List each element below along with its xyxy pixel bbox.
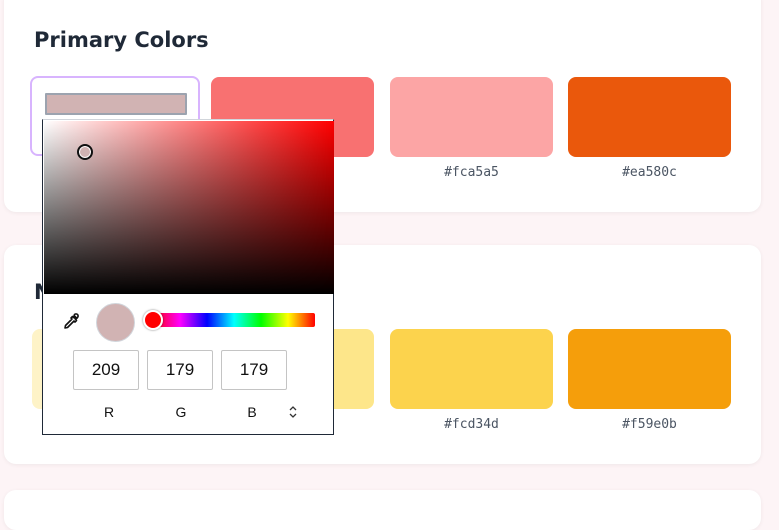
hex-label: #ea580c xyxy=(622,165,677,180)
green-label: G xyxy=(175,404,187,420)
eyedropper-icon[interactable] xyxy=(61,312,81,332)
swatch[interactable] xyxy=(568,329,731,409)
swatch[interactable] xyxy=(568,77,731,157)
color-preview-circle xyxy=(96,303,135,342)
saturation-value-handle[interactable] xyxy=(76,144,93,161)
hue-thumb[interactable] xyxy=(143,310,163,330)
red-label: R xyxy=(103,404,115,420)
third-card xyxy=(4,490,761,530)
hex-label: #fca5a5 xyxy=(444,165,499,180)
color-picker-popup: R G B xyxy=(42,119,334,435)
green-input[interactable] xyxy=(147,350,213,390)
swatch[interactable] xyxy=(390,77,553,157)
color-input[interactable] xyxy=(45,93,187,115)
swatch[interactable] xyxy=(390,329,553,409)
blue-input[interactable] xyxy=(221,350,287,390)
chevron-updown-icon[interactable] xyxy=(287,404,299,420)
section-title: Primary Colors xyxy=(34,28,209,52)
saturation-value-area[interactable] xyxy=(44,121,334,294)
blue-label: B xyxy=(247,404,257,420)
hue-slider[interactable] xyxy=(143,310,315,330)
red-input[interactable] xyxy=(73,350,139,390)
hex-label: #fcd34d xyxy=(444,417,499,432)
hex-label: #f59e0b xyxy=(622,417,677,432)
